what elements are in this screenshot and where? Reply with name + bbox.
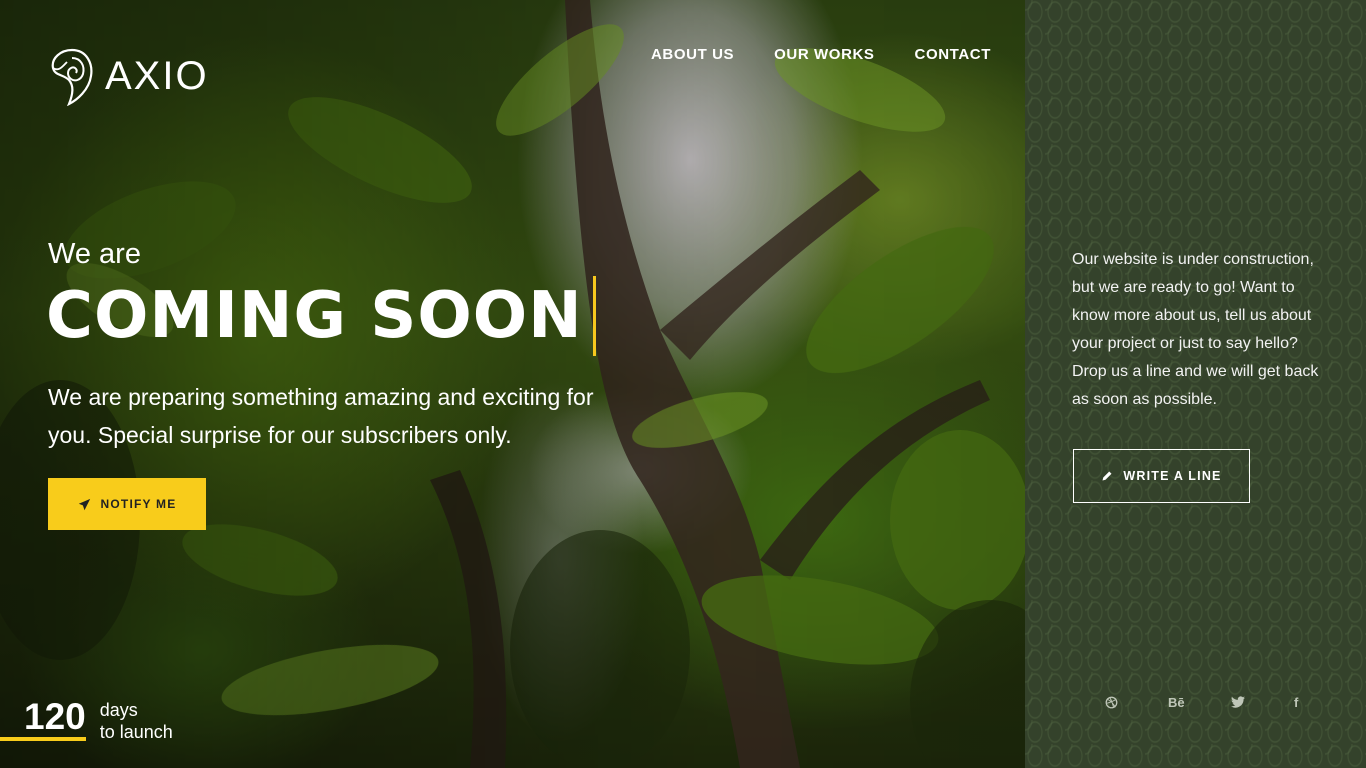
notify-me-button[interactable]: NOTIFY ME: [48, 478, 206, 530]
headline-text: COMING SOON: [46, 279, 583, 353]
info-panel: Our website is under construction, but w…: [1025, 0, 1366, 768]
nav-contact[interactable]: CONTACT: [915, 46, 991, 64]
axio-logo-icon: [51, 48, 93, 106]
twitter-icon: [1231, 696, 1245, 708]
write-a-line-button[interactable]: WRITE A LINE: [1073, 449, 1250, 503]
brand-logo[interactable]: AXIO: [47, 46, 209, 106]
countdown-unit: days: [99, 700, 138, 720]
typing-cursor: [592, 276, 596, 356]
nav-our-works[interactable]: OUR WORKS: [774, 46, 874, 64]
main-nav: ABOUT US OUR WORKS CONTACT: [651, 46, 991, 64]
pencil-icon: [1102, 471, 1112, 481]
hero-subtitle: We are preparing something amazing and e…: [48, 378, 668, 454]
dribbble-link[interactable]: [1105, 692, 1168, 712]
behance-link[interactable]: Bē: [1168, 692, 1231, 712]
subtitle-line-2: you. Special surprise for our subscriber…: [48, 422, 512, 448]
countdown-label: days to launch: [100, 699, 173, 743]
dribbble-icon: [1105, 696, 1118, 708]
nav-about-us[interactable]: ABOUT US: [651, 46, 734, 64]
panel-message: Our website is under construction, but w…: [1072, 251, 1319, 408]
facebook-icon: f: [1294, 694, 1299, 710]
countdown-underline: [0, 737, 86, 741]
countdown-value: 120: [24, 696, 86, 737]
subtitle-line-1: We are preparing something amazing and e…: [48, 384, 594, 410]
hero-section: AXIO ABOUT US OUR WORKS CONTACT We are C…: [0, 0, 1025, 768]
social-links: Bē f: [1105, 692, 1357, 712]
notify-me-label: NOTIFY ME: [100, 497, 177, 511]
hero-intro: We are: [48, 238, 141, 270]
brand-name: AXIO: [105, 54, 209, 98]
hero-headline: COMING SOON: [46, 276, 596, 356]
paper-plane-icon: [78, 498, 90, 510]
countdown-caption: to launch: [99, 722, 173, 742]
twitter-link[interactable]: [1231, 692, 1294, 712]
facebook-link[interactable]: f: [1294, 692, 1357, 712]
write-a-line-label: WRITE A LINE: [1123, 469, 1222, 483]
behance-icon: Bē: [1168, 694, 1185, 710]
